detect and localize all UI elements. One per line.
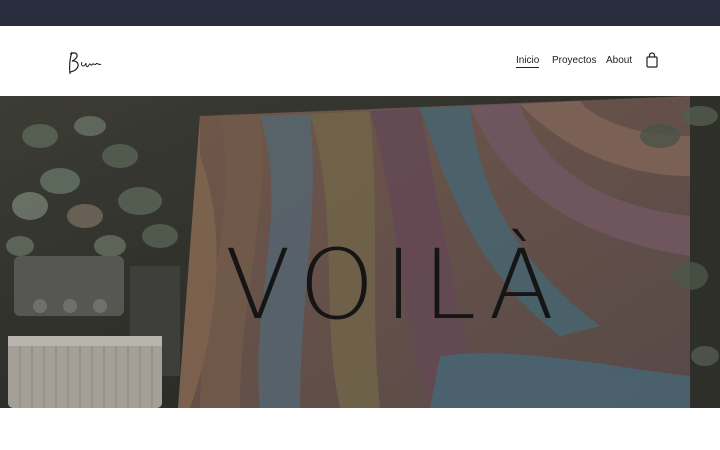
shopping-bag-icon[interactable] bbox=[645, 52, 659, 68]
page-content-area bbox=[0, 408, 720, 450]
nav-item-inicio[interactable]: Inicio bbox=[516, 55, 540, 68]
site-header: Inicio Proyectos About bbox=[0, 26, 720, 96]
nav-item-about[interactable]: About bbox=[606, 55, 632, 66]
hero-image: VOILÀ bbox=[0, 96, 720, 408]
nav-item-proyectos[interactable]: Proyectos bbox=[552, 55, 596, 66]
top-announcement-bar bbox=[0, 0, 720, 26]
site-logo[interactable] bbox=[64, 48, 104, 78]
